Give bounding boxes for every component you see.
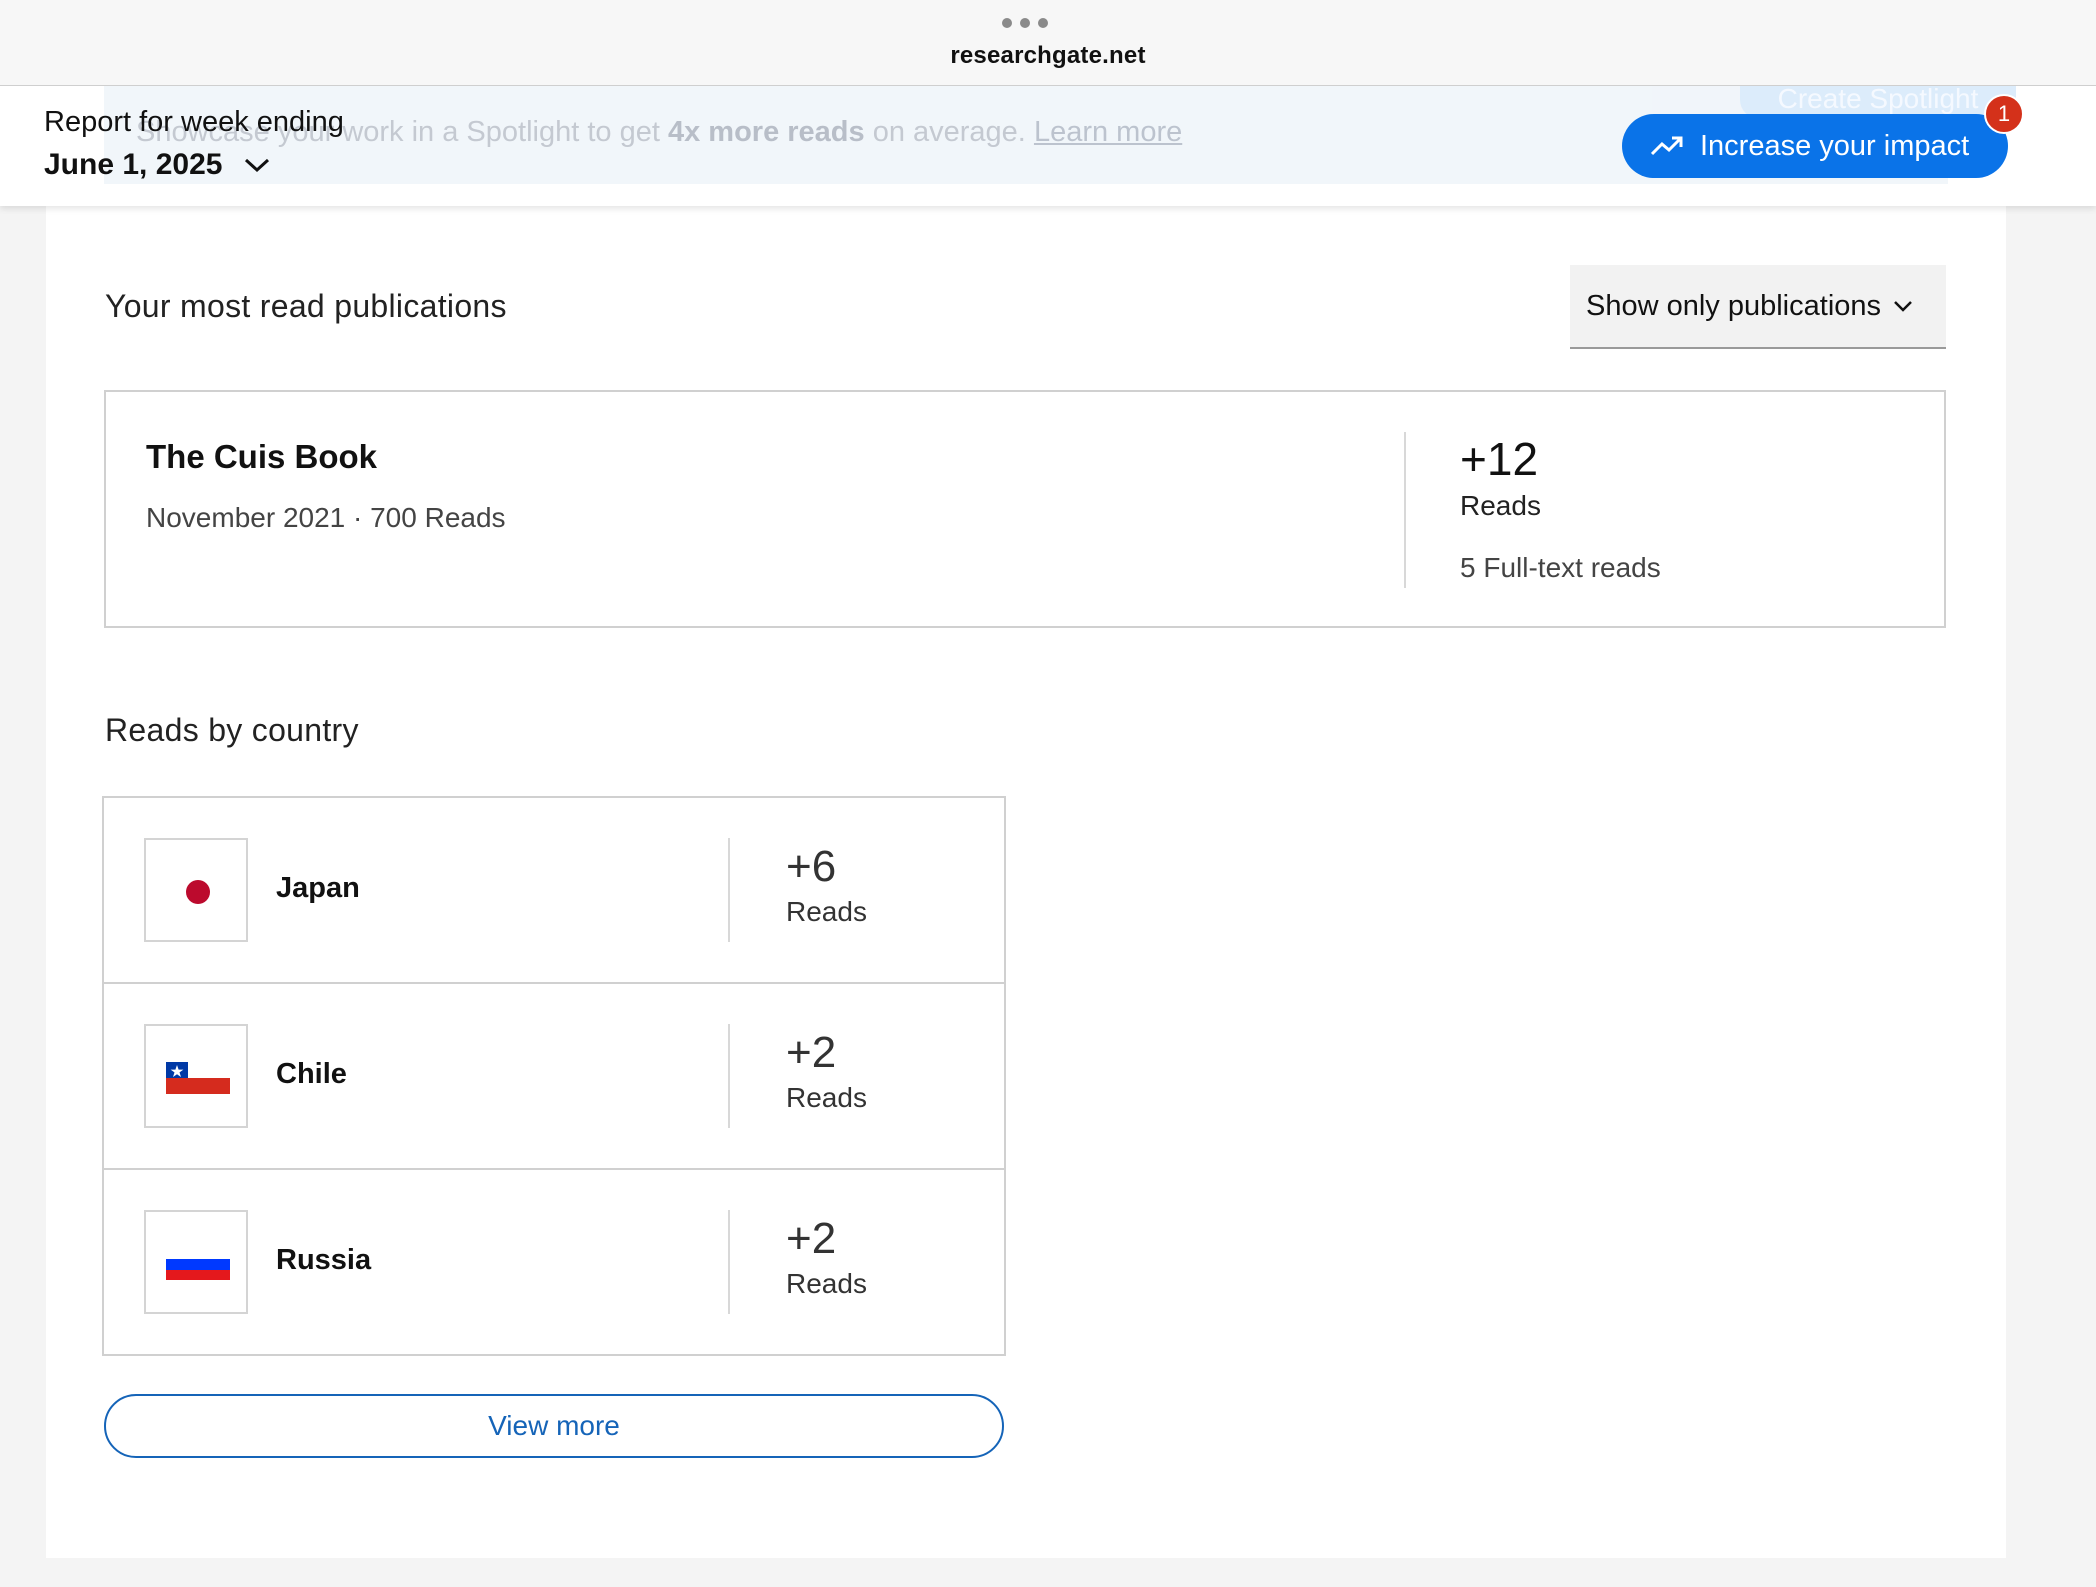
trending-up-icon [1650, 136, 1683, 156]
increase-impact-button[interactable]: Increase your impact [1622, 114, 2008, 178]
stats-card: Your most read publications Show only pu… [46, 150, 2006, 1558]
most-read-title: Your most read publications [105, 288, 507, 324]
view-more-button[interactable]: View more [104, 1394, 1004, 1458]
publication-reads-label: Reads [1460, 490, 1541, 521]
publication-meta: November 2021 · 700 Reads [146, 502, 506, 533]
country-name: Chile [276, 1058, 347, 1090]
country-row-japan: Japan +6 Reads [104, 798, 1004, 984]
publication-item[interactable]: The Cuis Book November 2021 · 700 Reads … [104, 390, 1946, 628]
report-label: Report for week ending [44, 106, 344, 138]
banner-text-bold: 4x more reads [667, 116, 865, 148]
report-header: Create Spotlight Showcase your work in a… [0, 84, 2096, 206]
country-reads-label: Reads [786, 896, 867, 927]
country-name: Russia [276, 1244, 372, 1276]
publication-reads-delta: +12 [1460, 433, 1539, 485]
russia-flag-icon [144, 1210, 248, 1314]
chile-flag-icon [144, 1024, 248, 1128]
chevron-down-icon [245, 158, 270, 173]
publication-title[interactable]: The Cuis Book [146, 438, 377, 476]
country-reads-delta: +6 [786, 842, 837, 891]
country-reads-label: Reads [786, 1082, 867, 1113]
notification-badge: 1 [1984, 94, 2024, 134]
divider [728, 1024, 730, 1128]
url-domain[interactable]: researchgate.net [0, 42, 2096, 70]
country-row-russia: Russia +2 Reads [104, 1170, 1004, 1356]
country-list: Japan +6 Reads Chile +2 Reads Russia +2 … [102, 796, 1006, 1356]
divider [728, 1210, 730, 1314]
country-reads-delta: +2 [786, 1214, 837, 1263]
report-date: June 1, 2025 [44, 148, 223, 181]
create-spotlight-button: Create Spotlight [1740, 84, 2016, 118]
chevron-down-icon [1894, 301, 1912, 312]
country-name: Japan [276, 872, 360, 904]
japan-flag-icon [144, 838, 248, 942]
country-reads-delta: +2 [786, 1028, 837, 1077]
publication-filter-dropdown[interactable]: Show only publications [1570, 265, 1946, 349]
divider [728, 838, 730, 942]
divider [1404, 432, 1406, 588]
country-reads-label: Reads [786, 1268, 867, 1299]
week-date-selector[interactable]: June 1, 2025 [44, 148, 270, 182]
publication-fulltext-reads: 5 Full-text reads [1460, 552, 1661, 583]
reads-by-country-title: Reads by country [105, 712, 359, 748]
browser-url-bar[interactable]: researchgate.net [0, 0, 2096, 86]
country-row-chile: Chile +2 Reads [104, 984, 1004, 1170]
increase-impact-label: Increase your impact [1700, 129, 1970, 162]
more-options-icon[interactable] [1002, 18, 1048, 28]
filter-label: Show only publications [1586, 289, 1882, 322]
banner-text-suffix: on average. [864, 116, 1034, 148]
learn-more-link: Learn more [1033, 116, 1183, 148]
